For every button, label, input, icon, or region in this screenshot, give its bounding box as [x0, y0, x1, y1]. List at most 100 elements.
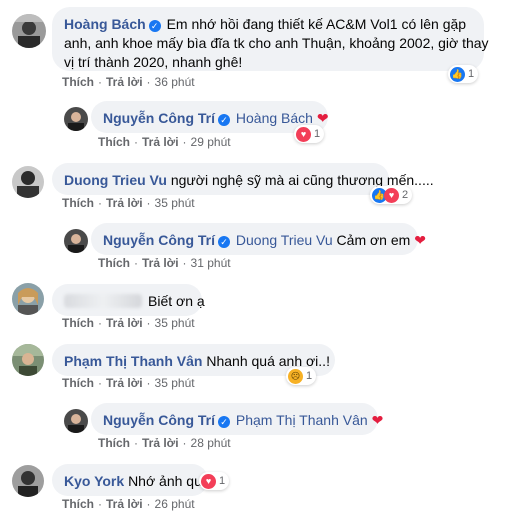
avatar[interactable] — [12, 344, 44, 376]
reaction-summary[interactable]: ♥ 1 — [199, 472, 230, 490]
verified-badge-icon: ✓ — [148, 20, 161, 32]
reaction-count: 1 — [314, 128, 321, 140]
verified-badge-icon: ✓ — [218, 114, 230, 126]
love-reaction-icon: ♥ — [201, 473, 216, 489]
separator: · — [98, 316, 102, 330]
like-button[interactable]: Thích — [98, 135, 130, 149]
heart-emoji-icon: ❤ — [414, 232, 426, 248]
reply-button[interactable]: Trả lời — [106, 316, 143, 330]
comment-actions: Thích · Trả lời · 28 phút — [98, 436, 231, 450]
reply-button[interactable]: Trả lời — [142, 135, 179, 149]
comment-author[interactable]: Nguyễn Công Trí — [103, 110, 215, 126]
reply-bubble: Nguyễn Công Trí ✓ Phạm Thị Thanh Vân ❤ — [91, 403, 383, 435]
comment-actions: Thích · Trả lời · 35 phút — [62, 196, 195, 210]
comment-actions: Thích · Trả lời · 29 phút — [98, 135, 231, 149]
like-button[interactable]: Thích — [62, 75, 94, 89]
separator: · — [146, 497, 151, 511]
comment-bubble: Kyo York Nhớ ảnh quá — [52, 464, 210, 496]
comment-text: Em nhớ hồi đang thiết kế AC&M Vol1 có lê… — [166, 16, 467, 32]
comment-actions: Thích · Trả lời · 35 phút — [62, 376, 195, 390]
avatar[interactable] — [64, 107, 88, 131]
separator: · — [98, 75, 102, 89]
reaction-count: 1 — [468, 68, 475, 80]
mention-link[interactable]: Hoàng Bách — [236, 110, 313, 126]
avatar[interactable] — [12, 283, 44, 315]
reply-bubble: Nguyễn Công Trí ✓ Duong Trieu Vu Cảm ơn e… — [91, 223, 426, 255]
sad-reaction-icon: ☹ — [288, 368, 303, 384]
comment-text-line: vị trí thành 2020, nhanh ghê! — [64, 54, 243, 70]
separator: · — [98, 497, 102, 511]
reply-button[interactable]: Trả lời — [106, 376, 143, 390]
separator: · — [146, 196, 151, 210]
love-reaction-icon: ♥ — [384, 187, 399, 203]
like-button[interactable]: Thích — [98, 256, 130, 270]
comment-bubble: Duong Trieu Vu người nghệ sỹ mà ai cũng … — [52, 163, 434, 195]
avatar[interactable] — [12, 14, 46, 48]
reply-button[interactable]: Trả lời — [142, 436, 179, 450]
comment-time[interactable]: 28 phút — [191, 436, 231, 450]
avatar[interactable] — [64, 229, 88, 253]
avatar[interactable] — [12, 465, 44, 497]
comment-author[interactable]: Kyo York — [64, 473, 124, 489]
reply-bubble: Nguyễn Công Trí ✓ Hoàng Bách ❤ — [91, 101, 329, 133]
separator: · — [134, 436, 138, 450]
separator: · — [98, 376, 102, 390]
comment-author[interactable]: Nguyễn Công Trí — [103, 412, 215, 428]
comment-time[interactable]: 29 phút — [191, 135, 231, 149]
separator: · — [182, 135, 187, 149]
reaction-count: 2 — [402, 189, 409, 201]
reaction-summary[interactable]: 👍 ♥ 2 — [370, 186, 413, 204]
comment-time[interactable]: 26 phút — [155, 497, 195, 511]
separator: · — [182, 256, 187, 270]
like-button[interactable]: Thích — [62, 316, 94, 330]
comment-time[interactable]: 31 phút — [191, 256, 231, 270]
comment-author[interactable]: Phạm Thị Thanh Vân — [64, 353, 202, 369]
reaction-summary[interactable]: 👍 1 — [448, 65, 479, 83]
comment-actions: Thích · Trả lời · 31 phút — [98, 256, 231, 270]
verified-badge-icon: ✓ — [218, 236, 230, 248]
like-button[interactable]: Thích — [62, 376, 94, 390]
separator: · — [134, 256, 138, 270]
like-reaction-icon: 👍 — [450, 66, 465, 82]
separator: · — [182, 436, 187, 450]
separator: · — [146, 376, 151, 390]
reaction-summary[interactable]: ♥ 1 — [294, 125, 325, 143]
comment-bubble: Hoàng Bách ✓ Em nhớ hồi đang thiết kế AC&… — [52, 7, 489, 71]
like-button[interactable]: Thích — [62, 497, 94, 511]
reply-button[interactable]: Trả lời — [106, 196, 143, 210]
reply-button[interactable]: Trả lời — [106, 497, 143, 511]
like-button[interactable]: Thích — [62, 196, 94, 210]
comment-author[interactable]: Duong Trieu Vu — [64, 172, 167, 188]
comment-actions: Thích · Trả lời · 35 phút — [62, 316, 195, 330]
mention-link[interactable]: Phạm Thị Thanh Vân — [236, 412, 368, 428]
reaction-summary[interactable]: ☹ 1 — [286, 367, 317, 385]
mention-link[interactable]: Duong Trieu Vu — [236, 232, 333, 248]
comment-time[interactable]: 35 phút — [155, 316, 195, 330]
comment-time[interactable]: 35 phút — [155, 196, 195, 210]
separator: · — [146, 316, 151, 330]
comment-time[interactable]: 36 phút — [155, 75, 195, 89]
reply-button[interactable]: Trả lời — [106, 75, 143, 89]
blurred-author-name[interactable] — [64, 294, 142, 308]
love-reaction-icon: ♥ — [296, 126, 311, 142]
reply-button[interactable]: Trả lời — [142, 256, 179, 270]
comment-author[interactable]: Nguyễn Công Trí — [103, 232, 215, 248]
comment-actions: Thích · Trả lời · 36 phút — [62, 75, 195, 89]
separator: · — [134, 135, 138, 149]
avatar[interactable] — [64, 409, 88, 433]
separator: · — [146, 75, 151, 89]
comment-bubble: Biết ơn ạ — [52, 284, 205, 316]
like-button[interactable]: Thích — [98, 436, 130, 450]
avatar[interactable] — [12, 166, 44, 198]
comment-time[interactable]: 35 phút — [155, 376, 195, 390]
reaction-count: 1 — [219, 475, 226, 487]
comment-text: Cảm ơn em — [336, 232, 411, 248]
heart-emoji-icon: ❤ — [316, 110, 329, 126]
comment-actions: Thích · Trả lời · 26 phút — [62, 497, 195, 511]
comment-author[interactable]: Hoàng Bách — [64, 16, 146, 32]
verified-badge-icon: ✓ — [218, 416, 230, 428]
comment-text: Biết ơn ạ — [148, 293, 205, 309]
heart-emoji-icon: ❤ — [371, 412, 384, 428]
comment-text: Nhớ ảnh quá — [128, 473, 210, 489]
separator: · — [98, 196, 102, 210]
